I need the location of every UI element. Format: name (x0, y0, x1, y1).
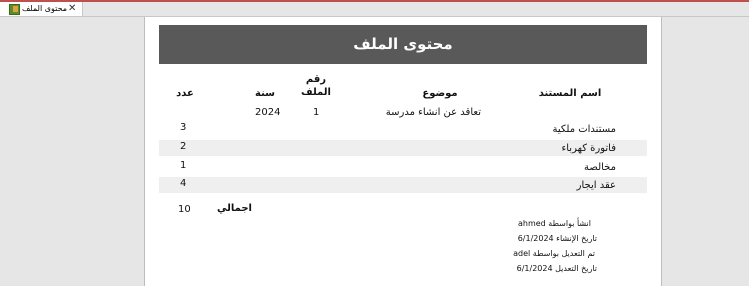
tab-report[interactable]: محتوى الملف ✕ (0, 2, 83, 16)
header-subject: موضوع (422, 88, 458, 99)
header-year: سنة (255, 88, 275, 99)
group-file-no: 1 (313, 107, 320, 118)
audit-created-by: انشأ بواسطة ahmed (517, 219, 591, 228)
total-label: اجمالي (217, 203, 252, 214)
list-item-count: 1 (180, 160, 187, 171)
list-item-count: 2 (180, 141, 187, 152)
window-accent-line (0, 0, 749, 2)
list-item-doc-name: مخالصة (584, 162, 616, 173)
audit-created-date: تاريخ الإنشاء 6/1/2024 (517, 234, 597, 243)
report-title: محتوى الملف (159, 25, 647, 64)
report-icon (9, 4, 20, 15)
header-count: عدد (176, 88, 194, 99)
row-shade (159, 177, 647, 193)
audit-modified-date: تاريخ التعديل 6/1/2024 (516, 264, 597, 273)
list-item-count: 3 (180, 122, 187, 133)
list-item-doc-name: مستندات ملكية (552, 124, 616, 135)
tab-label: محتوى الملف (22, 4, 68, 13)
group-year: 2024 (255, 107, 281, 118)
list-item-doc-name: عقد ايجار (576, 180, 616, 191)
audit-modified-by: تم التعديل بواسطة adel (513, 249, 595, 258)
header-file-no: رقم الملف (301, 74, 331, 98)
group-subject: تعاقد عن انشاء مدرسة (385, 107, 481, 118)
total-value: 10 (178, 204, 191, 215)
header-doc-name: اسم المستند (538, 88, 602, 99)
list-item-doc-name: فاتورة كهرباء (561, 143, 616, 154)
close-icon[interactable]: ✕ (68, 2, 76, 16)
report-page: محتوى الملف اسم المستند موضوع رقم الملف … (144, 17, 662, 286)
list-item-count: 4 (180, 178, 187, 189)
